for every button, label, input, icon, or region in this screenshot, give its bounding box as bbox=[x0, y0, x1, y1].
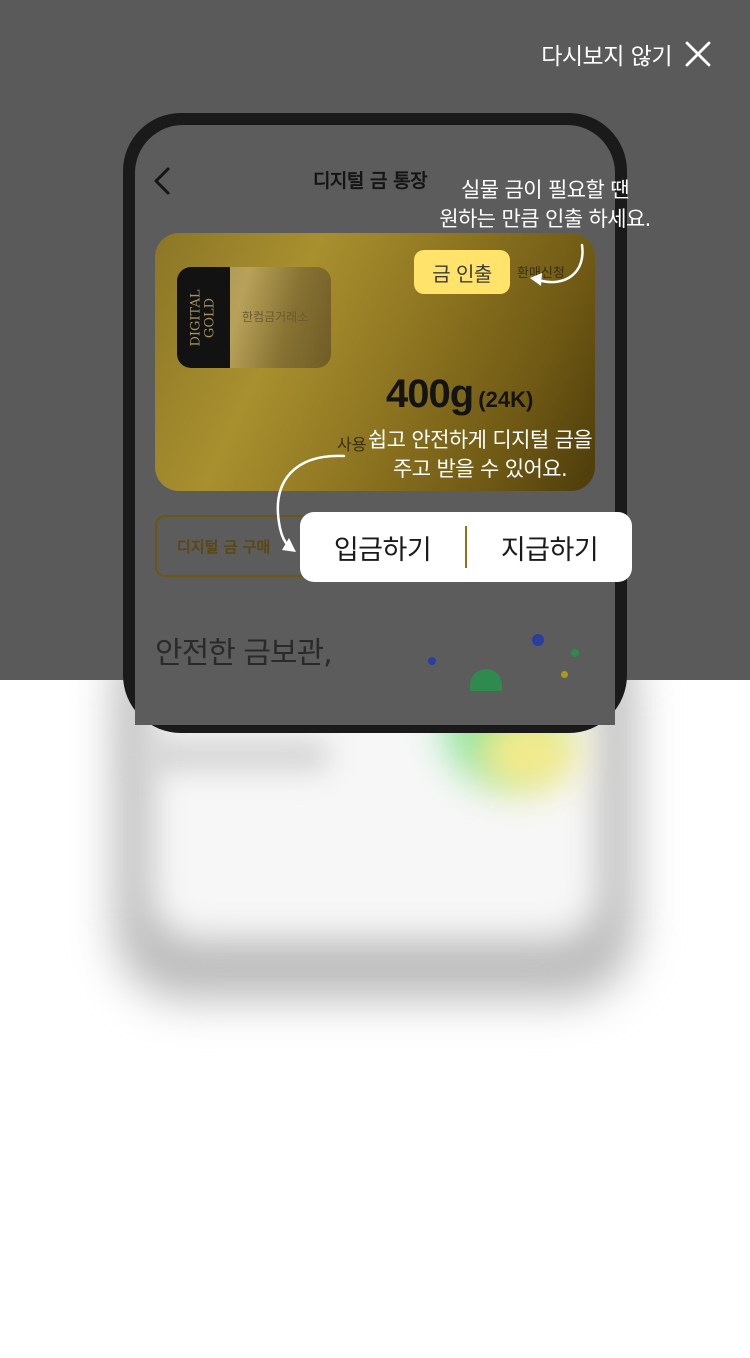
transfer-tip: 쉽고 안전하게 디지털 금을 주고 받을 수 있어요. bbox=[345, 426, 615, 484]
chevron-left-icon[interactable] bbox=[151, 166, 173, 196]
withdraw-gold-button[interactable]: 금 인출 bbox=[414, 250, 510, 294]
deposit-button[interactable]: 입금하기 bbox=[300, 528, 465, 567]
decor-dot bbox=[428, 657, 436, 665]
withdraw-tip-line-2: 원하는 만큼 인출 하세요. bbox=[439, 207, 651, 231]
decor-dot bbox=[561, 671, 568, 678]
dont-show-again-button[interactable]: 다시보지 않기 bbox=[541, 36, 712, 72]
gold-amount-value: 400g bbox=[386, 372, 474, 416]
gold-amount: 400g (24K) bbox=[386, 372, 533, 417]
decor-dot bbox=[571, 649, 579, 657]
pay-button[interactable]: 지급하기 bbox=[467, 528, 632, 567]
dont-show-again-label: 다시보지 않기 bbox=[541, 44, 672, 70]
onboarding-page: 디지털 금 통장 DIGITAL GOLD 한컴금거래소 400g (24K) 사… bbox=[0, 0, 750, 1358]
withdraw-tip-line-1: 실물 금이 필요할 땐 bbox=[461, 178, 630, 202]
transfer-tip-line-2: 주고 받을 수 있어요. bbox=[392, 457, 568, 481]
blurred-text-block bbox=[140, 740, 330, 770]
transfer-tip-line-1: 쉽고 안전하게 디지털 금을 bbox=[367, 428, 593, 452]
gold-bar-brand: 한컴금거래소 bbox=[242, 310, 309, 324]
curved-arrow-icon bbox=[530, 243, 584, 286]
decor-dot bbox=[532, 634, 544, 646]
gold-amount-unit: (24K) bbox=[478, 387, 534, 412]
withdraw-tip: 실물 금이 필요할 땐 원하는 만큼 인출 하세요. bbox=[420, 176, 670, 234]
section-heading: 안전한 금보관, bbox=[155, 636, 333, 671]
deposit-pay-pill: 입금하기 지급하기 bbox=[300, 512, 632, 582]
close-icon[interactable] bbox=[684, 40, 712, 68]
gold-bar-logo: DIGITAL GOLD bbox=[188, 288, 218, 347]
